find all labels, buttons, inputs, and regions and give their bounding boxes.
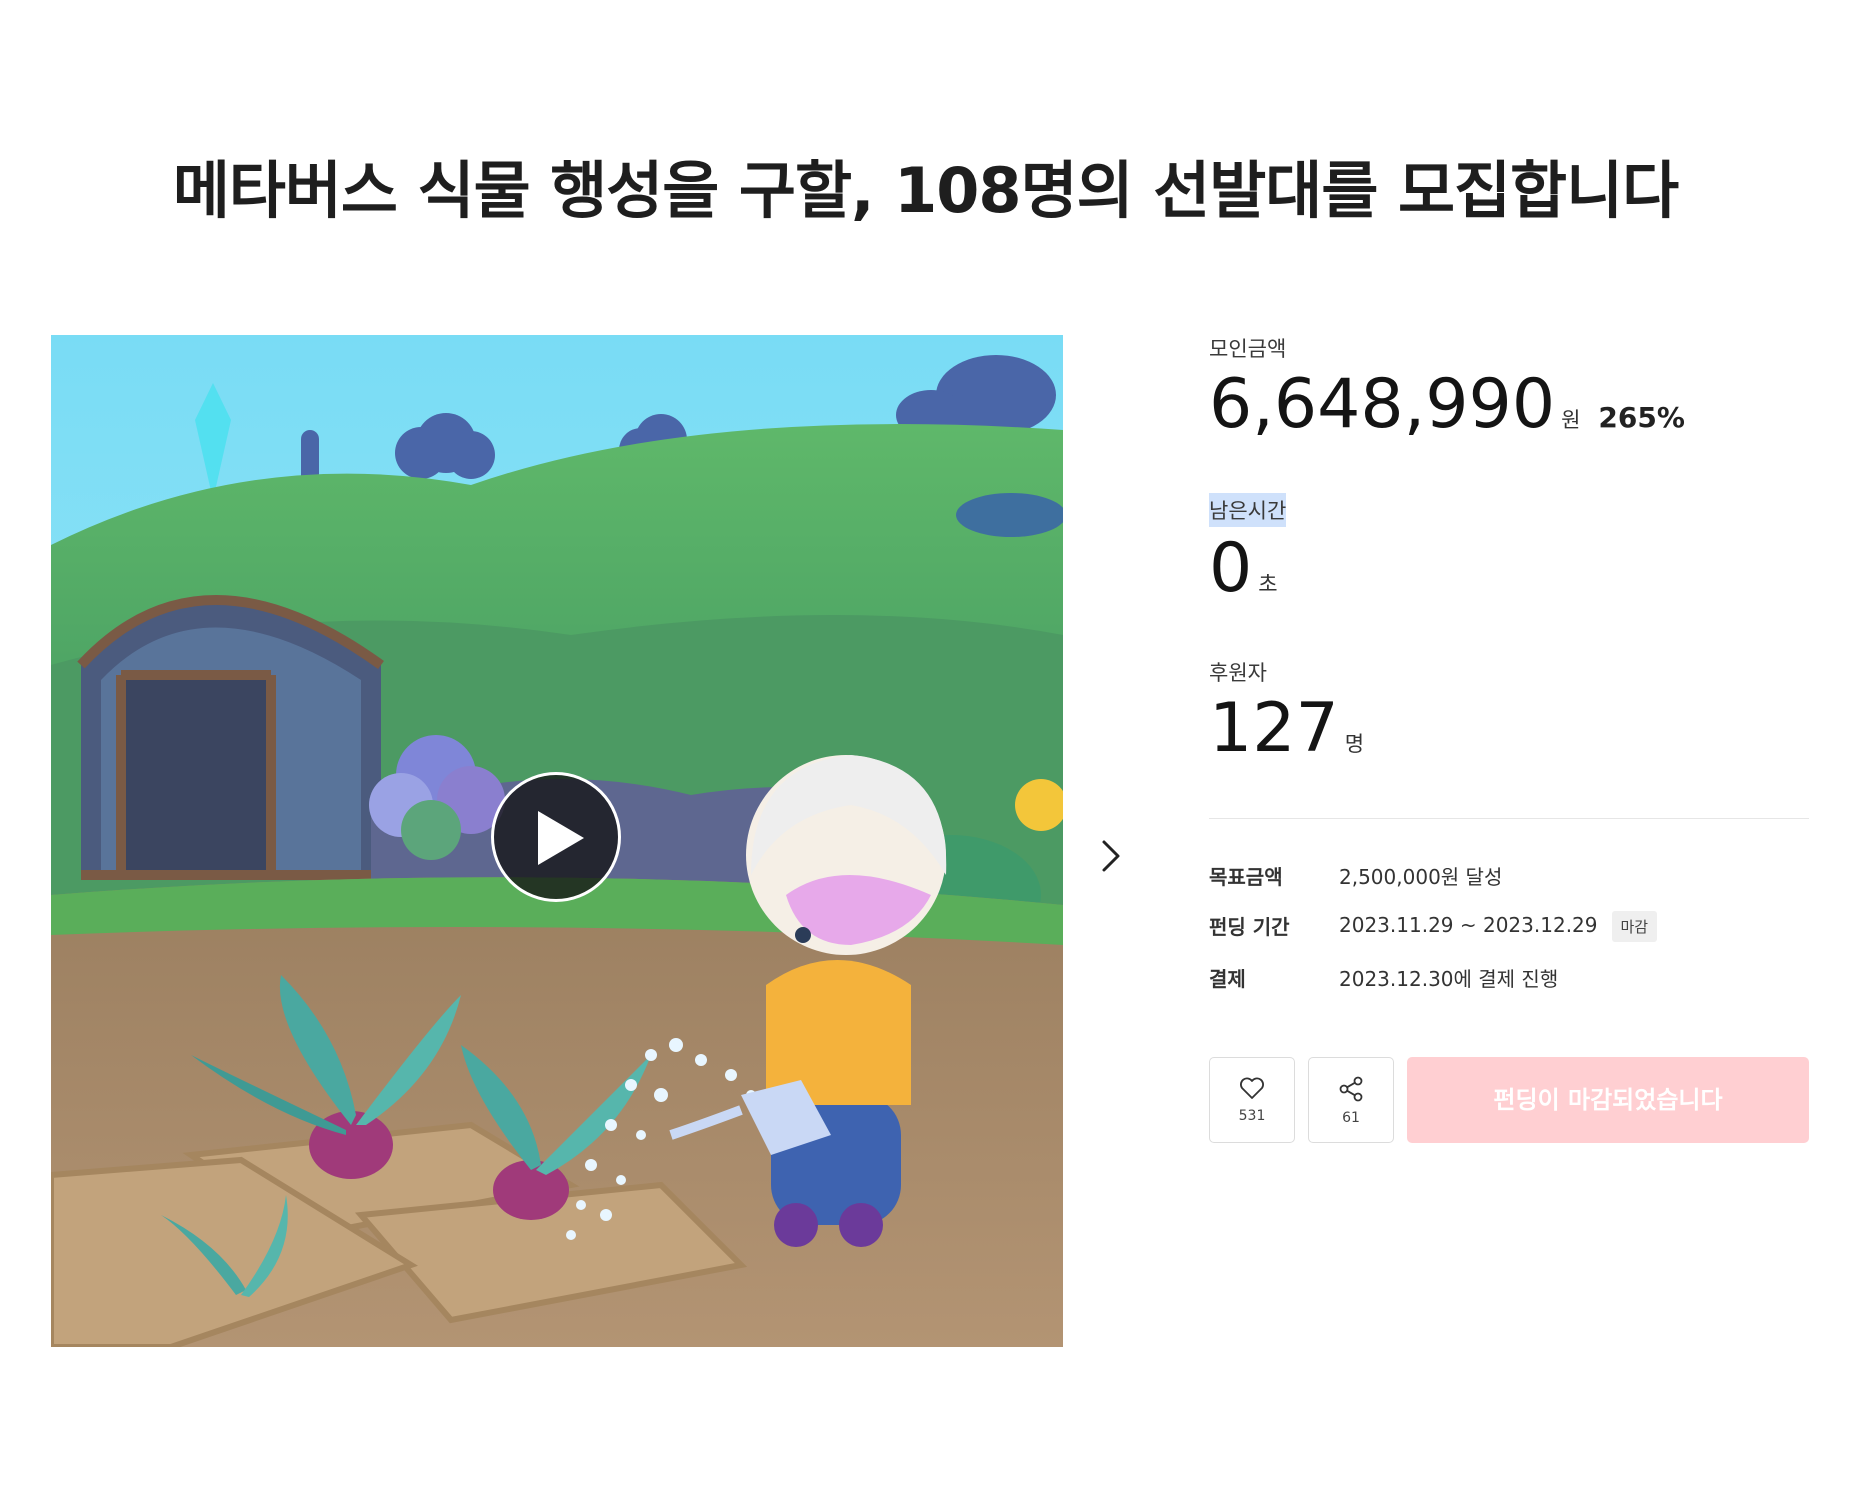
chevron-right-icon bbox=[1102, 840, 1120, 872]
play-video-button[interactable] bbox=[491, 772, 621, 902]
play-icon bbox=[538, 811, 584, 865]
time-value: 0 bbox=[1209, 529, 1253, 608]
funding-closed-button[interactable]: 펀딩이 마감되었습니다 bbox=[1407, 1057, 1809, 1143]
backers-label: 후원자 bbox=[1209, 661, 1267, 685]
share-icon bbox=[1339, 1076, 1363, 1102]
time-section: 남은시간 0초 bbox=[1209, 493, 1287, 603]
period-value: 2023.11.29 ~ 2023.12.29 bbox=[1339, 913, 1598, 937]
period-label: 펀딩 기간 bbox=[1209, 915, 1290, 939]
heart-icon bbox=[1240, 1077, 1264, 1099]
period-value-wrap: 2023.11.29 ~ 2023.12.29 마감 bbox=[1339, 911, 1658, 942]
goal-label: 목표금액 bbox=[1209, 865, 1283, 889]
time-row: 0초 bbox=[1209, 535, 1286, 603]
time-label: 남은시간 bbox=[1209, 493, 1287, 527]
status-badge: 마감 bbox=[1611, 911, 1658, 942]
backers-section: 후원자 127 명 bbox=[1209, 657, 1364, 763]
backers-value: 127 bbox=[1209, 689, 1339, 768]
next-media-button[interactable] bbox=[1096, 836, 1124, 876]
payment-value: 2023.12.30에 결제 진행 bbox=[1339, 967, 1559, 991]
like-count: 531 bbox=[1238, 1108, 1266, 1124]
like-button[interactable]: 531 bbox=[1209, 1057, 1295, 1143]
goal-value: 2,500,000원 달성 bbox=[1339, 865, 1503, 889]
divider bbox=[1209, 818, 1809, 819]
funding-percent: 265% bbox=[1598, 401, 1685, 434]
share-button[interactable]: 61 bbox=[1308, 1057, 1394, 1143]
amount-row: 6,648,990 원 265% bbox=[1209, 371, 1685, 439]
time-unit: 초 bbox=[1258, 572, 1278, 596]
amount-value: 6,648,990 bbox=[1209, 365, 1556, 444]
amount-label: 모인금액 bbox=[1209, 337, 1287, 361]
amount-unit: 원 bbox=[1561, 408, 1581, 432]
backers-row: 127 명 bbox=[1209, 695, 1364, 763]
amount-section: 모인금액 6,648,990 원 265% bbox=[1209, 333, 1685, 439]
page-title: 메타버스 식물 행성을 구할, 108명의 선발대를 모집합니다 bbox=[172, 154, 1679, 227]
payment-label: 결제 bbox=[1209, 967, 1246, 991]
backers-unit: 명 bbox=[1344, 732, 1365, 756]
project-media[interactable] bbox=[51, 335, 1063, 1347]
share-count: 61 bbox=[1342, 1110, 1360, 1126]
